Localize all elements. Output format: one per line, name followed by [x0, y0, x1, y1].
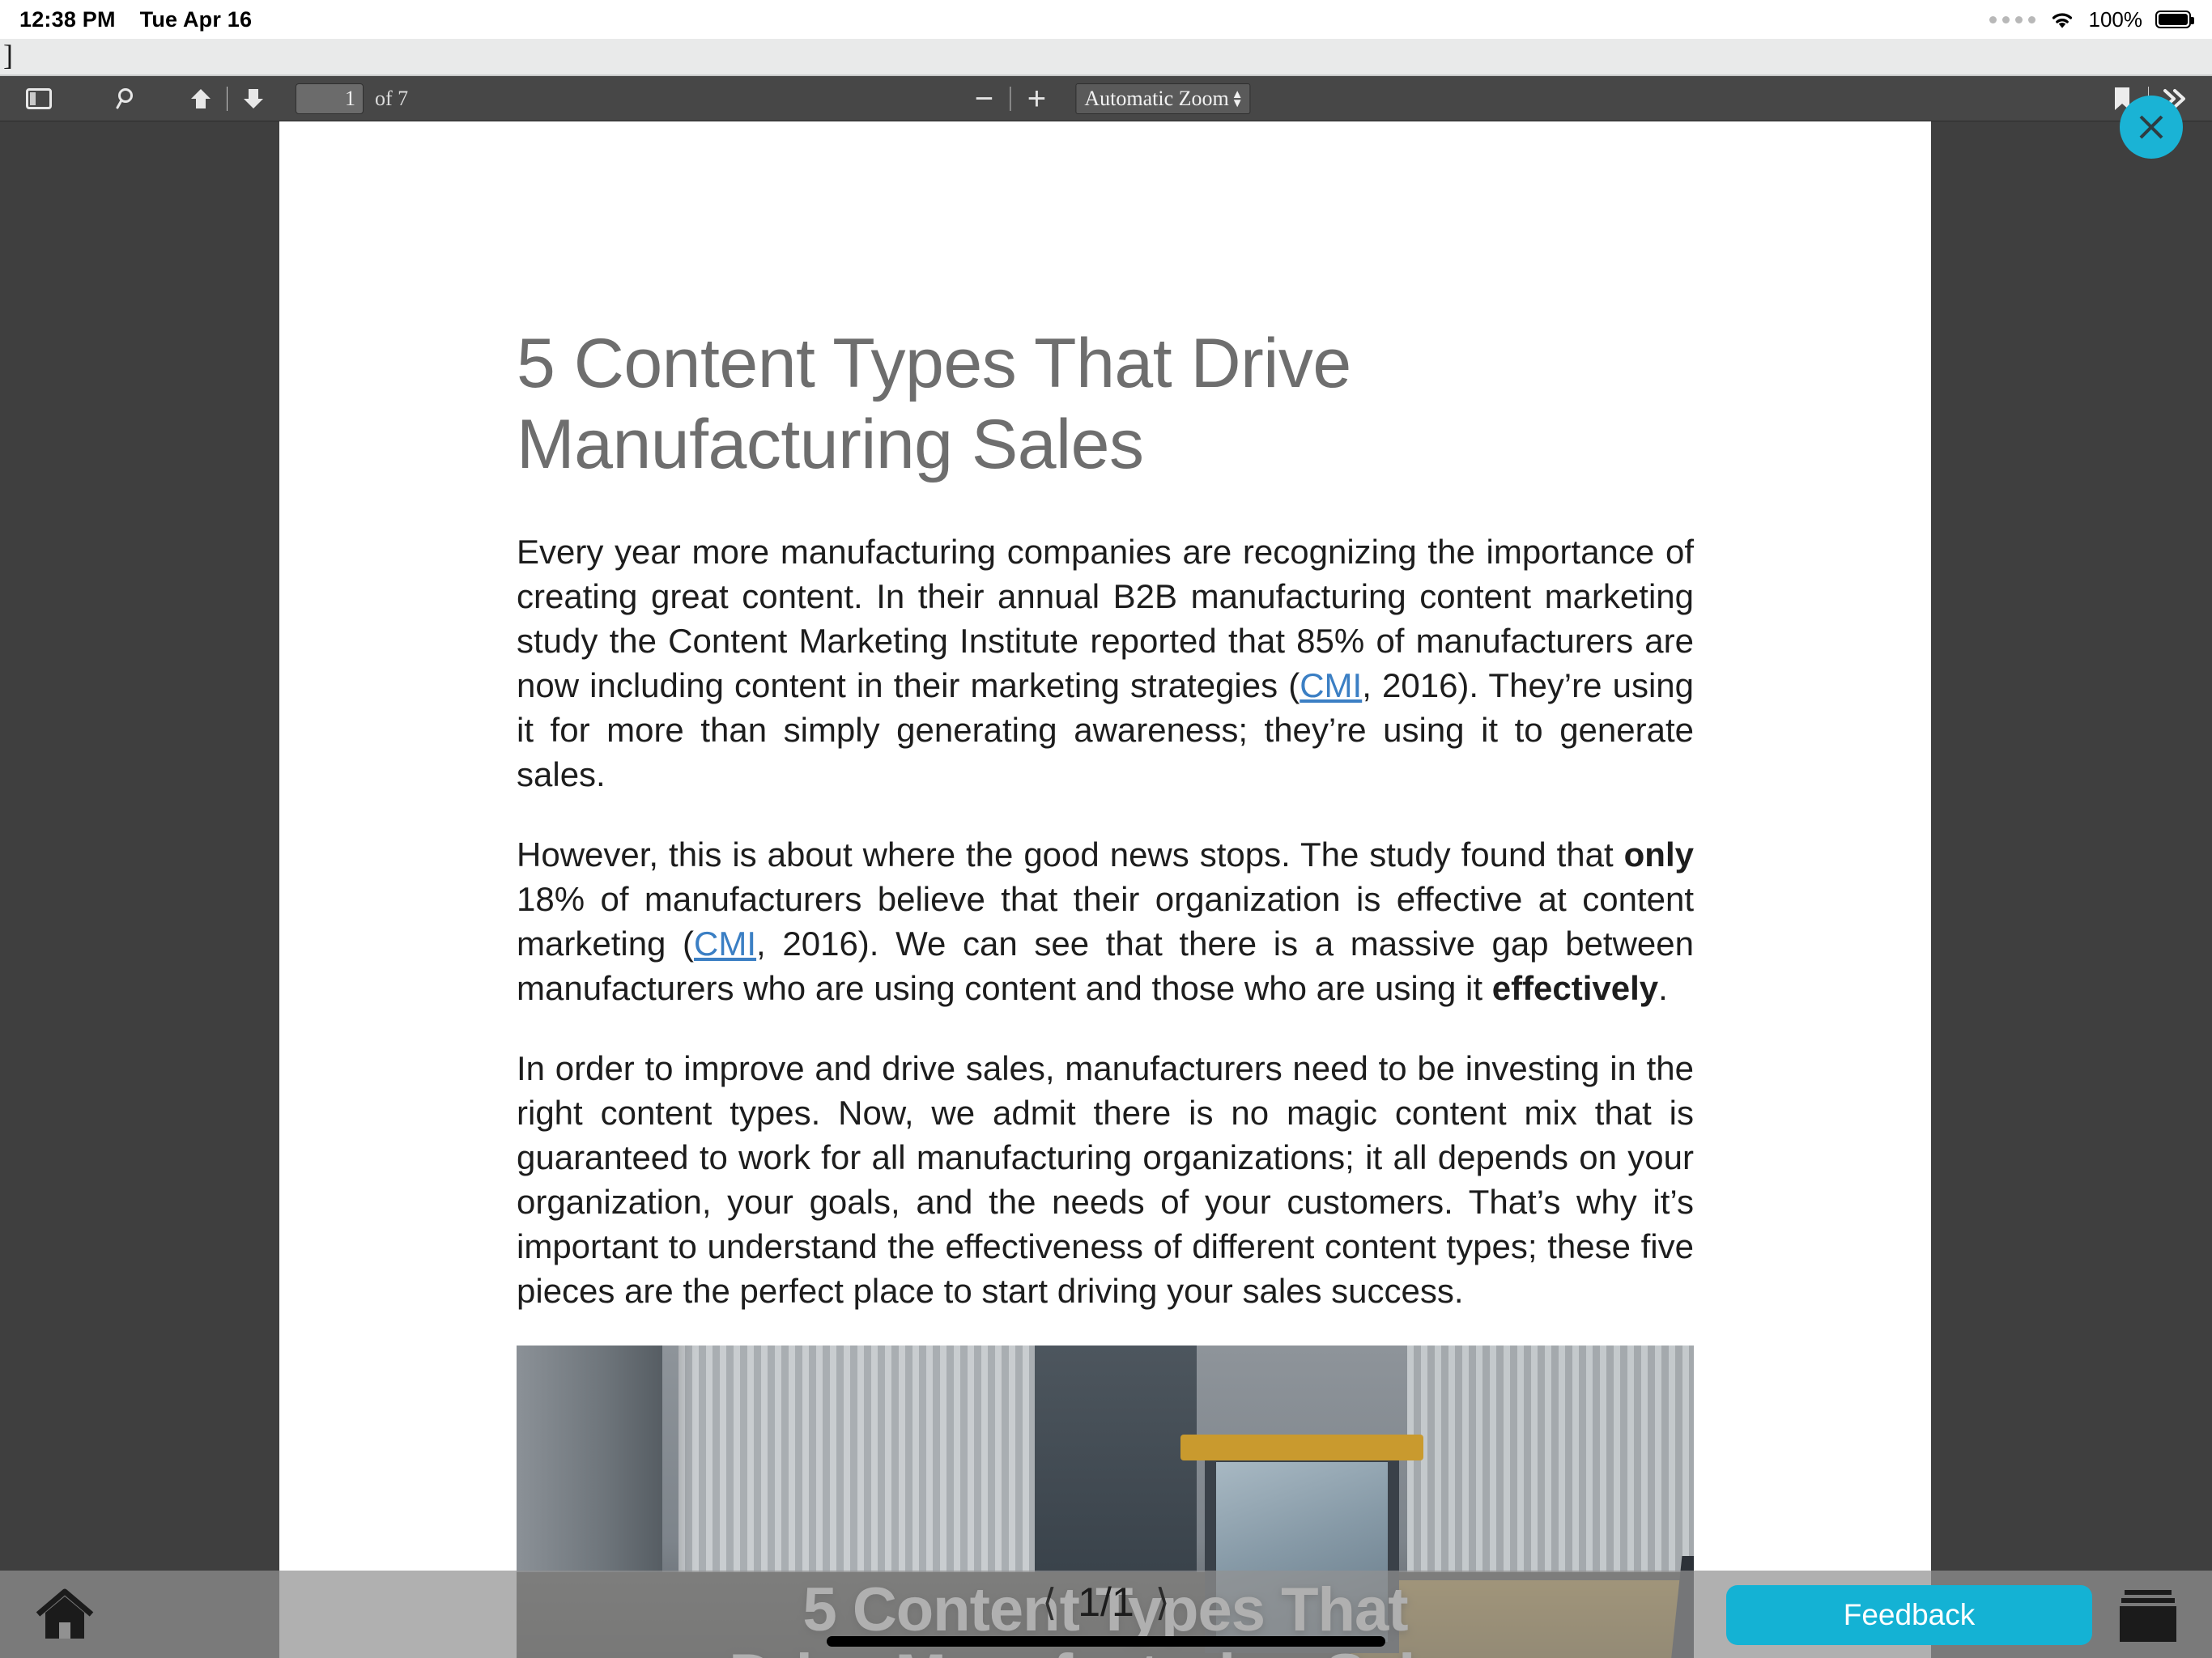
status-bar-time: 12:38 PM: [19, 6, 116, 32]
citation-link[interactable]: CMI: [694, 925, 756, 963]
pdf-viewer-canvas[interactable]: 5 Content Types That Drive Manufacturing…: [0, 121, 2212, 1658]
zoom-level-value: Automatic Zoom: [1084, 87, 1229, 110]
feedback-button[interactable]: Feedback: [1726, 1585, 2092, 1645]
bold-text: effectively: [1491, 968, 1659, 1007]
next-page-button[interactable]: [231, 79, 276, 118]
feedback-button-label: Feedback: [1843, 1598, 1976, 1631]
battery-full-icon: [2155, 11, 2194, 28]
screen-root: 12:38 PM Tue Apr 16 100% ] 1 of 7 − + Au…: [0, 0, 2212, 1658]
forklift-cab-roof: [1180, 1434, 1423, 1460]
toolbar-left-group: 1 of 7: [16, 76, 408, 121]
paragraph-3: In order to improve and drive sales, man…: [517, 1046, 1694, 1313]
ios-status-bar: 12:38 PM Tue Apr 16 100%: [0, 0, 2212, 39]
text-run: .: [1658, 968, 1668, 1007]
zoom-in-button[interactable]: +: [1014, 83, 1059, 115]
status-bar-right: 100%: [1989, 0, 2194, 39]
pdf-page-content: 5 Content Types That Drive Manufacturing…: [279, 121, 1931, 1658]
zoom-level-select[interactable]: Automatic Zoom ▲ ▼: [1075, 83, 1251, 114]
pdf-viewer-toolbar: 1 of 7 − + Automatic Zoom ▲ ▼: [0, 76, 2212, 121]
pdf-page-1: 5 Content Types That Drive Manufacturing…: [279, 121, 1931, 1658]
page-title: 5 Content Types That Drive Manufacturing…: [517, 325, 1351, 483]
paragraph-1: Every year more manufacturing companies …: [517, 529, 1694, 797]
toolbar-zoom-group: − + Automatic Zoom ▲ ▼: [961, 76, 1251, 121]
toolbar-divider: [227, 87, 228, 111]
page-navigator: ⟨ 1/1 ⟩: [1042, 1582, 1169, 1622]
page-indicator: 1/1: [1078, 1579, 1134, 1625]
page-total-label: of 7: [375, 87, 409, 110]
status-bar-date: Tue Apr 16: [139, 6, 253, 32]
close-viewer-button[interactable]: [2120, 96, 2183, 159]
library-button[interactable]: [2115, 1585, 2181, 1645]
sidebar-toggle-button[interactable]: [16, 79, 62, 118]
previous-page-button[interactable]: [178, 79, 223, 118]
home-button[interactable]: [34, 1585, 96, 1643]
browser-chrome-strip: [0, 39, 2212, 76]
previous-page-chevron[interactable]: ⟨: [1042, 1584, 1057, 1621]
page-number-input[interactable]: 1: [296, 83, 364, 114]
ios-home-indicator: [827, 1636, 1385, 1647]
text-run: In order to improve and drive sales, man…: [517, 1048, 1694, 1310]
zoom-out-button[interactable]: −: [961, 83, 1006, 115]
chevron-updown-icon: ▲ ▼: [1231, 87, 1244, 110]
next-page-chevron[interactable]: ⟩: [1155, 1584, 1170, 1621]
search-button[interactable]: [105, 79, 151, 118]
text-run: However, this is about where the good ne…: [517, 835, 1624, 874]
bold-text: only: [1623, 835, 1694, 874]
close-x-icon: [2139, 115, 2163, 139]
signal-dots-icon: [1989, 15, 2035, 23]
paragraph-2: However, this is about where the good ne…: [517, 832, 1694, 1010]
wifi-icon: [2048, 9, 2076, 30]
battery-percentage: 100%: [2088, 6, 2143, 32]
render-artifact: ]: [3, 39, 13, 71]
citation-link[interactable]: CMI: [1300, 666, 1362, 704]
status-bar-left: 12:38 PM Tue Apr 16: [19, 0, 252, 39]
